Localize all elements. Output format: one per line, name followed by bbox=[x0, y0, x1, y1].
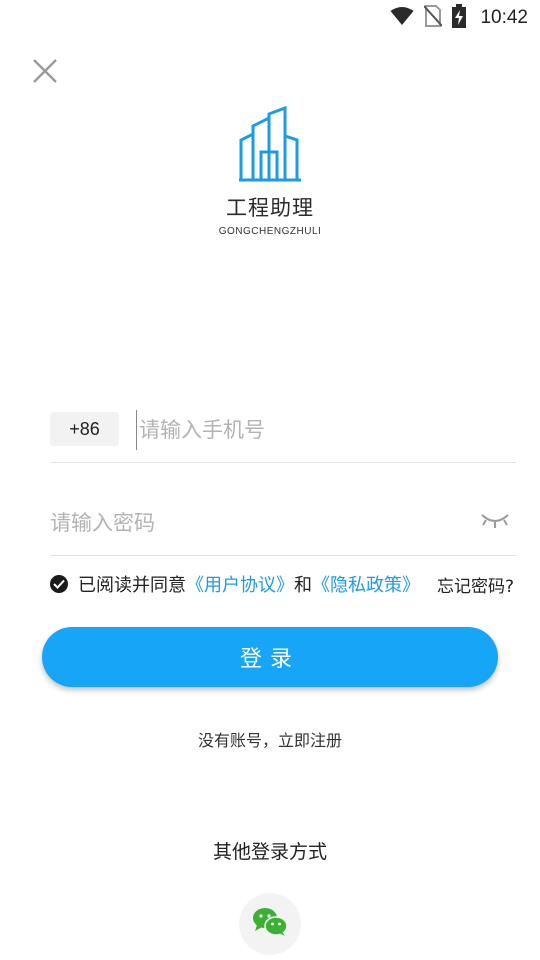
agreement-checkbox[interactable] bbox=[50, 575, 68, 593]
other-login-title: 其他登录方式 bbox=[212, 841, 327, 863]
forgot-password-link[interactable]: 忘记密码? bbox=[434, 572, 514, 597]
app-name-pinyin: GONGCHENGZHULI bbox=[218, 226, 322, 237]
agreement-prefix: 已阅读并同意 bbox=[78, 575, 186, 596]
close-button[interactable] bbox=[26, 54, 64, 92]
register-link[interactable]: 没有账号，立即注册 bbox=[0, 727, 540, 751]
check-icon bbox=[53, 579, 65, 589]
app-name: 工程助理 bbox=[226, 196, 314, 220]
close-icon bbox=[32, 58, 58, 88]
no-sim-icon bbox=[423, 5, 444, 31]
password-toggle-button[interactable] bbox=[478, 510, 512, 534]
agreement-row: 已阅读并同意 《用户协议》 和 《隐私政策》 忘记密码? bbox=[50, 568, 520, 600]
building-icon bbox=[200, 105, 340, 186]
app-logo: 工程助理 GONGCHENGZHULI bbox=[200, 105, 340, 237]
wechat-icon bbox=[252, 907, 288, 941]
country-code-selector[interactable]: +86 bbox=[50, 412, 119, 446]
agreement-and: 和 bbox=[294, 575, 312, 596]
privacy-policy-link[interactable]: 《隐私政策》 bbox=[312, 571, 420, 597]
phone-input[interactable] bbox=[136, 410, 516, 450]
status-time: 10:42 bbox=[480, 7, 528, 28]
user-agreement-link[interactable]: 《用户协议》 bbox=[186, 571, 294, 597]
password-input[interactable] bbox=[50, 502, 460, 544]
status-bar: 10:42 bbox=[0, 0, 540, 36]
battery-charging-icon bbox=[452, 4, 467, 32]
status-icons: 10:42 bbox=[390, 4, 528, 32]
phone-row: +86 bbox=[50, 400, 516, 463]
login-button[interactable]: 登录 bbox=[42, 627, 498, 687]
password-row bbox=[50, 494, 516, 556]
wifi-icon bbox=[390, 6, 414, 30]
wechat-login-button[interactable] bbox=[239, 893, 301, 955]
eye-closed-icon bbox=[480, 511, 510, 533]
